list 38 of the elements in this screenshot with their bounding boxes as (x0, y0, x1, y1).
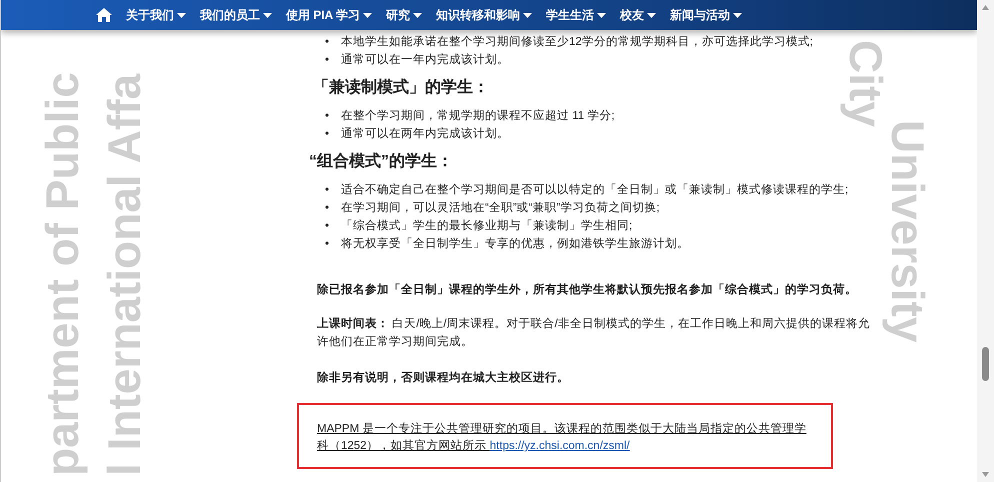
nav-menu-item[interactable]: 知识转移和影响 (436, 6, 532, 24)
caret-icon (262, 12, 272, 18)
caret-icon (523, 12, 532, 18)
home-icon[interactable] (96, 8, 112, 22)
list-item: 在学习期间，可以灵活地在“全职”或“兼职”学习负荷之间切换; (341, 200, 660, 216)
list-item: 通常可以在两年内完成该计划。 (341, 126, 509, 142)
bullet: • (325, 237, 330, 252)
bullet: • (325, 201, 330, 216)
bullet: • (325, 109, 330, 124)
list-item: 通常可以在一年内完成该计划。 (341, 52, 509, 68)
paragraph: 除已报名参加「全日制」课程的学生外，所有其他学生将默认预先报名参加「综合模式」的学习负荷。 (317, 282, 858, 298)
paragraph: 上课时间表： 白天/晚上/周末课程。对于联合/非全日制模式的学生，在工作日晚上和周六提供的课程将允许他们在正常学习期间完成。 (317, 316, 871, 350)
caret-icon (176, 12, 186, 18)
nav-menu-item[interactable]: 新闻与活动 (670, 6, 742, 24)
bullet: • (325, 35, 330, 50)
bullet: • (325, 183, 330, 198)
nav-menu-item[interactable]: 关于我们 (126, 6, 186, 24)
nav-menu-item[interactable]: 使用 PIA 学习 (286, 6, 372, 24)
list-item: 适合不确定自己在整个学习期间是否可以以特定的「全日制」或「兼读制」模式修读课程的学生; (341, 182, 848, 198)
bullet: • (325, 219, 330, 234)
list-item: 在整个学习期间，常规学期的课程不应超过 11 学分; (341, 108, 615, 124)
link[interactable]: https://yz.chsi.com.cn/zsml/ (490, 440, 630, 452)
caret-icon (363, 12, 372, 18)
caret-icon (733, 12, 742, 18)
bullet: • (325, 53, 330, 68)
nav-menu-item[interactable]: 校友 (620, 6, 656, 24)
paragraph: 除非另有说明，否则课程均在城大主校区进行。 (317, 370, 570, 386)
caret-icon (597, 12, 606, 18)
list-item: 「综合模式」学生的最长修业期与「兼读制」学生相同; (341, 218, 632, 234)
section-heading: “组合模式”的学生： (309, 152, 454, 172)
caret-icon (647, 12, 656, 18)
nav-menu-item[interactable]: 研究 (386, 6, 422, 24)
list-item: 将无权享受「全日制学生」专享的优惠，例如港铁学生旅游计划。 (341, 236, 689, 252)
caret-icon (413, 12, 422, 18)
nav-menu-item[interactable]: 学生生活 (546, 6, 606, 24)
bullet: • (325, 127, 330, 142)
list-item: 本地学生如能承诺在整个学习期间修读至少12学分的常规学期科目，亦可选择此学习模式; (341, 34, 813, 50)
nav-menu-item[interactable]: 我们的员工 (200, 6, 272, 24)
